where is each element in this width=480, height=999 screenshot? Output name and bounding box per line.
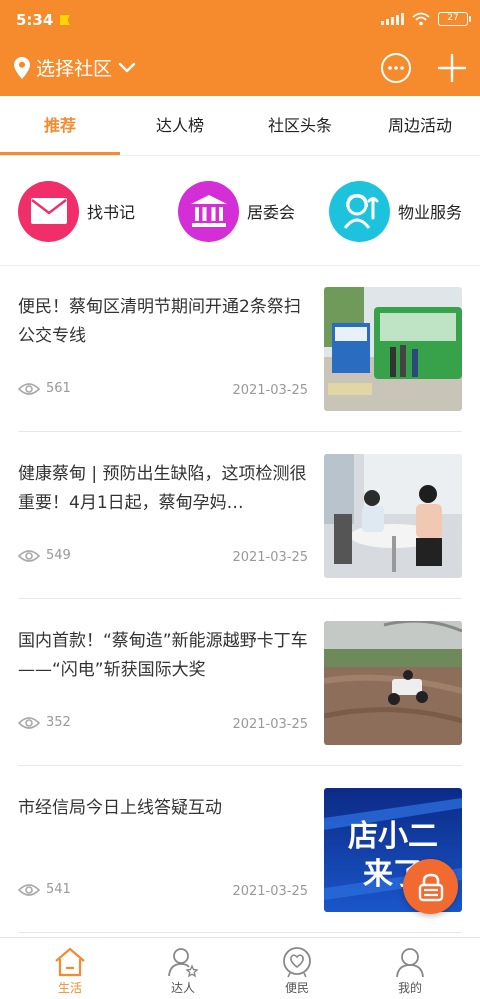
tab-community-headlines[interactable]: 社区头条 (240, 96, 360, 156)
quick-action-label: 找书记 (87, 203, 136, 222)
news-item[interactable]: 健康蔡甸 | 预防出生缺陷，这项检测很重要！4月1日起，蔡甸孕妈… 549 20… (18, 432, 462, 599)
location-pin-icon (14, 56, 30, 79)
nav-life[interactable]: 生活 (10, 938, 130, 999)
nav-convenience[interactable]: 便民 (237, 938, 357, 999)
user-icon (396, 948, 424, 978)
news-date: 2021-03-25 (232, 550, 308, 565)
tab-nearby-events[interactable]: 周边活动 (360, 96, 480, 156)
nav-label: 我的 (397, 981, 422, 995)
view-count: 561 (18, 381, 71, 396)
view-count: 541 (18, 882, 71, 897)
chat-bubble-icon (381, 53, 411, 83)
person-star-icon (168, 948, 199, 978)
view-count-value: 561 (46, 381, 71, 396)
app-header: 5:34 27 选择社区 (0, 0, 480, 96)
news-meta: 561 2021-03-25 (18, 379, 308, 403)
item-divider (18, 932, 462, 933)
status-time: 5:34 (16, 11, 54, 29)
news-date: 2021-03-25 (232, 383, 308, 398)
signal-icon (381, 13, 404, 25)
news-meta: 549 2021-03-25 (18, 546, 308, 570)
community-selector-label: 选择社区 (36, 58, 113, 80)
nav-label: 达人 (170, 981, 195, 995)
news-title: 国内首款！“蔡甸造”新能源越野卡丁车——“闪电”斩获国际大奖 (18, 631, 308, 680)
lock-icon (418, 873, 443, 901)
quick-action-secretary[interactable]: 找书记 (18, 180, 135, 242)
news-item[interactable]: 市经信局今日上线答疑互动 541 2021-03-25 店小二 来了 (18, 766, 462, 933)
news-meta: 541 2021-03-25 (18, 880, 308, 904)
floating-action-button[interactable] (403, 859, 458, 914)
notification-flag-icon (60, 15, 70, 25)
status-bar: 5:34 27 (0, 0, 480, 40)
category-tabs: 推荐 达人榜 社区头条 周边活动 (0, 96, 480, 156)
plus-icon (437, 53, 467, 83)
message-button[interactable] (380, 52, 412, 88)
view-count-value: 352 (46, 715, 71, 730)
wifi-icon (412, 12, 430, 26)
bank-icon (178, 180, 239, 242)
view-count: 352 (18, 715, 71, 730)
banner-text-line1: 店小二 (348, 819, 438, 854)
status-indicators: 27 (381, 12, 471, 26)
quick-action-property-service[interactable]: 物业服务 (329, 180, 462, 242)
news-date: 2021-03-25 (232, 717, 308, 732)
news-meta: 352 2021-03-25 (18, 713, 308, 737)
chevron-down-icon (118, 62, 136, 72)
clinic-photo (324, 454, 462, 578)
kart-photo (324, 621, 462, 745)
news-item[interactable]: 便民！蔡甸区清明节期间开通2条祭扫公交专线 561 2021-03-25 (18, 265, 462, 432)
eye-icon (18, 549, 40, 562)
tab-recommend[interactable]: 推荐 (0, 96, 120, 156)
tab-active-indicator (0, 152, 120, 155)
community-selector[interactable]: 选择社区 (14, 54, 136, 81)
news-title: 市经信局今日上线答疑互动 (18, 798, 222, 818)
news-date: 2021-03-25 (232, 884, 308, 899)
nav-label: 便民 (284, 981, 309, 995)
quick-action-committee[interactable]: 居委会 (178, 180, 295, 242)
service-agent-icon (329, 180, 390, 242)
nav-mine[interactable]: 我的 (350, 938, 470, 999)
eye-icon (18, 883, 40, 896)
add-button[interactable] (437, 52, 467, 88)
view-count-value: 541 (46, 882, 71, 897)
heart-badge-icon (283, 947, 311, 978)
battery-level: 27 (447, 13, 459, 23)
bus-stop-photo (324, 287, 462, 411)
news-title: 健康蔡甸 | 预防出生缺陷，这项检测很重要！4月1日起，蔡甸孕妈… (18, 464, 307, 513)
bottom-navigation: 生活 达人 便民 我的 (0, 937, 480, 999)
view-count-value: 549 (46, 548, 71, 563)
mail-icon (18, 180, 79, 242)
quick-action-label: 居委会 (247, 203, 296, 222)
news-title: 便民！蔡甸区清明节期间开通2条祭扫公交专线 (18, 297, 301, 346)
battery-icon: 27 (438, 12, 471, 26)
home-icon (55, 947, 85, 977)
nav-talent[interactable]: 达人 (123, 938, 243, 999)
tab-leaderboard[interactable]: 达人榜 (120, 96, 240, 156)
news-item[interactable]: 国内首款！“蔡甸造”新能源越野卡丁车——“闪电”斩获国际大奖 352 2021-… (18, 599, 462, 766)
quick-action-label: 物业服务 (398, 203, 463, 222)
view-count: 549 (18, 548, 71, 563)
nav-label: 生活 (57, 981, 82, 995)
eye-icon (18, 716, 40, 729)
eye-icon (18, 382, 40, 395)
